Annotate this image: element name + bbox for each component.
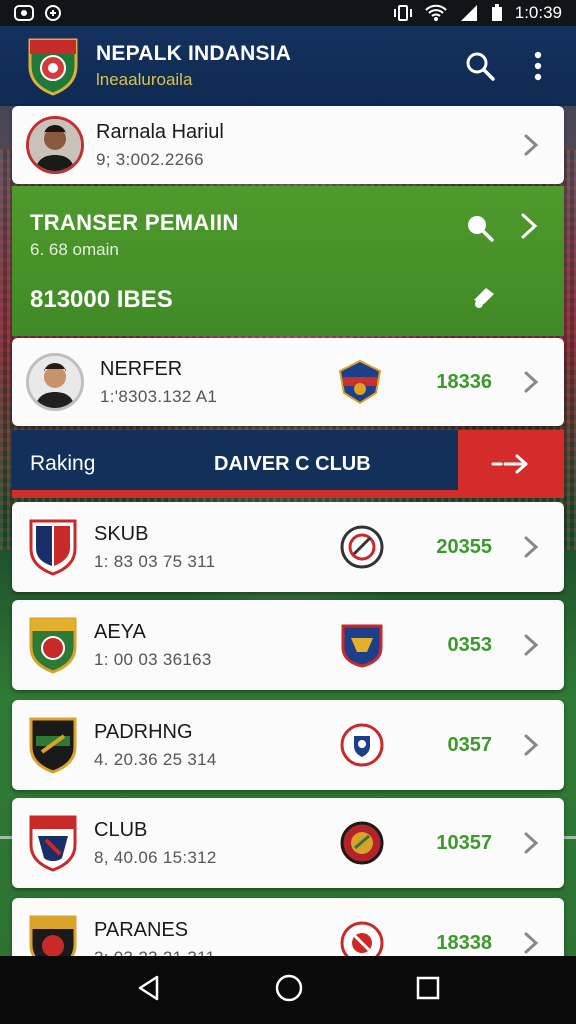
club-value: 0357 <box>447 733 493 756</box>
club-name: SKUB <box>94 522 149 545</box>
club-crest-icon <box>29 617 77 674</box>
club-detail: 1: 00 03 36163 <box>94 649 212 669</box>
club-badge-icon <box>340 525 384 569</box>
club-name: AEYA <box>94 620 146 643</box>
club-badge-icon <box>340 723 384 767</box>
club-row-1[interactable]: SKUB 1: 83 03 75 311 20355 <box>12 502 564 592</box>
profile-name: Rarnala Hariul <box>96 120 224 143</box>
recents-square-icon <box>416 976 439 999</box>
search-button[interactable] <box>460 46 500 86</box>
status-time: 1:0:39 <box>514 3 562 22</box>
club-chevron-icon <box>516 928 546 958</box>
club-crest-icon <box>29 717 77 774</box>
app-logo <box>28 38 78 96</box>
profile-chevron-icon <box>516 130 546 160</box>
club-detail: 4. 20.36 25 314 <box>94 749 217 769</box>
club-value: 18338 <box>436 931 492 954</box>
player-detail: 1:'8303.132 A1 <box>100 386 218 406</box>
club-value: 20355 <box>436 535 492 558</box>
club-badge-icon <box>338 359 382 405</box>
nav-back-button[interactable] <box>135 974 163 1007</box>
signal-icon <box>459 4 479 22</box>
nav-recents-button[interactable] <box>415 975 441 1006</box>
transfer-amount: 813000 IBES <box>30 286 173 313</box>
club-crest-icon <box>29 815 77 872</box>
profile-avatar <box>26 116 84 174</box>
back-triangle-icon <box>139 975 159 1000</box>
status-bar: 1:0:39 <box>0 0 576 26</box>
club-detail: 1: 83 03 75 311 <box>94 551 216 571</box>
club-chevron-icon <box>516 532 546 562</box>
club-name: PARANES <box>94 918 189 941</box>
overflow-menu-button[interactable] <box>518 46 558 86</box>
nav-home-button[interactable] <box>274 973 304 1008</box>
wifi-icon <box>425 4 447 22</box>
club-detail: 8, 40.06 15:312 <box>94 847 217 867</box>
club-row-3[interactable]: PADRHNG 4. 20.36 25 314 0357 <box>12 700 564 790</box>
club-chevron-icon <box>516 730 546 760</box>
app-notification-icon <box>44 4 62 22</box>
club-name: CLUB <box>94 818 148 841</box>
battery-icon <box>491 4 503 22</box>
club-badge-icon <box>341 624 383 668</box>
player-avatar <box>26 353 84 411</box>
transfer-panel[interactable]: TRANSER PEMAIIN 6. 68 omain 813000 IBES <box>12 186 564 336</box>
club-row-2[interactable]: AEYA 1: 00 03 36163 0353 <box>12 600 564 690</box>
search-icon <box>466 52 495 81</box>
vibrate-icon <box>393 4 413 22</box>
player-chevron-icon <box>516 367 546 397</box>
transfer-chevron-icon[interactable] <box>520 212 550 242</box>
profile-detail: 9; 3:002.2266 <box>96 149 204 169</box>
club-crest-icon <box>29 519 77 576</box>
whistle-icon <box>474 288 494 308</box>
club-chevron-icon <box>516 828 546 858</box>
club-row-4[interactable]: CLUB 8, 40.06 15:312 10357 <box>12 798 564 888</box>
more-vertical-icon <box>534 51 542 81</box>
transfer-search-button[interactable] <box>464 212 496 244</box>
club-name: PADRHNG <box>94 720 193 743</box>
app-subtitle: lneaaluroaila <box>96 70 193 89</box>
profile-card[interactable]: Rarnala Hariul 9; 3:002.2266 <box>12 106 564 184</box>
club-value: 0353 <box>447 633 493 656</box>
player-value: 18336 <box>436 370 492 393</box>
player-card[interactable]: NERFER 1:'8303.132 A1 18336 <box>12 338 564 426</box>
arrow-right-icon <box>491 454 528 474</box>
app-header: NEPALK INDANSIA lneaaluroaila <box>0 26 576 106</box>
transfer-subtitle: 6. 68 omain <box>30 240 119 259</box>
club-badge-icon <box>340 821 384 865</box>
transfer-title: TRANSER PEMAIIN <box>30 210 239 235</box>
search-icon <box>468 216 494 242</box>
club-chevron-icon <box>516 630 546 660</box>
ranking-arrow-button[interactable] <box>458 430 564 498</box>
ranking-bar: Raking DAIVER C CLUB <box>12 430 564 498</box>
ranking-label: Raking <box>30 452 96 475</box>
player-name: NERFER <box>100 357 183 380</box>
club-value: 10357 <box>436 831 492 854</box>
system-nav-bar <box>0 956 576 1024</box>
notification-icon <box>14 4 34 22</box>
app-title: NEPALK INDANSIA <box>96 42 292 65</box>
home-circle-icon <box>275 974 303 1001</box>
